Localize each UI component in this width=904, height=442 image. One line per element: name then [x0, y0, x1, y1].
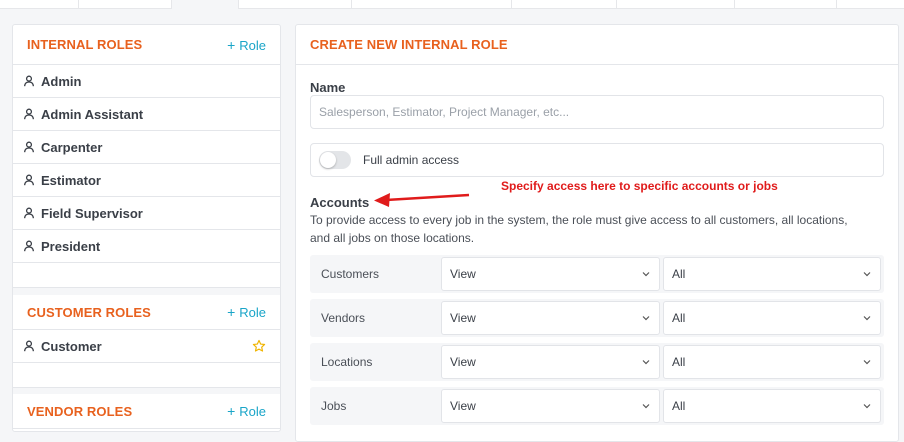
select-value: All [672, 399, 686, 413]
role-label: Estimator [41, 172, 101, 188]
accounts-label: Accounts [310, 195, 370, 210]
add-role-label: Role [239, 305, 266, 320]
person-icon [23, 240, 35, 252]
chevron-down-icon [642, 272, 650, 277]
access-scope-select[interactable]: All [663, 257, 881, 291]
star-icon[interactable] [252, 339, 266, 353]
vendor-roles-title: VENDOR ROLES [27, 403, 133, 419]
select-value: All [672, 267, 686, 281]
person-icon [23, 340, 35, 352]
add-role-label: Role [239, 37, 266, 53]
accounts-description: To provide access to every job in the sy… [310, 213, 848, 245]
role-label: Admin [41, 73, 82, 89]
tab[interactable] [735, 0, 837, 9]
account-name: Customers [321, 267, 380, 281]
add-vendor-role-button[interactable]: + Role [227, 403, 266, 419]
create-role-title: CREATE NEW INTERNAL ROLE [310, 37, 508, 52]
tab-active[interactable] [172, 0, 239, 9]
customer-roles-list: Customer [13, 330, 280, 363]
chevron-down-icon [642, 404, 650, 409]
access-scope-select[interactable]: All [663, 345, 881, 379]
chevron-down-icon [642, 360, 650, 365]
role-item[interactable]: President [13, 230, 280, 263]
chevron-down-icon [863, 404, 871, 409]
create-role-panel: CREATE NEW INTERNAL ROLE Name Full admin… [295, 24, 899, 442]
tab[interactable] [79, 0, 172, 9]
select-value: View [450, 399, 476, 413]
account-access-row: Jobs View All [310, 387, 884, 425]
tab[interactable] [0, 0, 79, 9]
internal-roles-title: INTERNAL ROLES [27, 37, 143, 52]
select-value: All [672, 311, 686, 325]
internal-roles-header: INTERNAL ROLES + Role [13, 25, 280, 65]
arrow-left-icon [374, 193, 470, 207]
role-item[interactable]: Estimator [13, 164, 280, 197]
role-item[interactable]: Customer [13, 330, 280, 363]
tab[interactable] [352, 0, 512, 9]
role-label: Customer [41, 338, 102, 354]
role-label: President [41, 238, 101, 254]
role-item[interactable]: Admin [13, 65, 280, 98]
add-customer-role-button[interactable]: + Role [227, 304, 266, 320]
roles-panel: INTERNAL ROLES + Role Admin Admin Assistan… [12, 24, 281, 432]
internal-roles-list: Admin Admin Assistant Carpenter Estimator Fi… [13, 65, 280, 263]
chevron-down-icon [642, 316, 650, 321]
spacer [13, 363, 280, 388]
vendor-roles-header: VENDOR ROLES + Role [13, 394, 280, 429]
role-label: Field Supervisor [41, 205, 143, 221]
role-item[interactable]: Admin Assistant [13, 98, 280, 131]
person-icon [23, 108, 35, 120]
account-name: Jobs [321, 399, 347, 413]
plus-icon: + [227, 36, 236, 53]
person-icon [23, 207, 35, 219]
account-access-row: Vendors View All [310, 299, 884, 337]
role-item[interactable]: Field Supervisor [13, 197, 280, 230]
full-admin-toggle[interactable] [319, 151, 351, 169]
account-access-row: Customers View All [310, 255, 884, 293]
top-tab-strip [0, 0, 904, 9]
role-item[interactable]: Carpenter [13, 131, 280, 164]
tab[interactable] [617, 0, 735, 9]
access-level-select[interactable]: View [441, 301, 660, 335]
full-admin-label: Full admin access [363, 153, 460, 167]
account-access-row: Locations View All [310, 343, 884, 381]
add-internal-role-button[interactable]: + Role [227, 37, 266, 53]
tab[interactable] [512, 0, 617, 9]
select-value: View [450, 267, 476, 281]
access-scope-select[interactable]: All [663, 301, 881, 335]
customer-roles-header: CUSTOMER ROLES + Role [13, 295, 280, 330]
access-scope-select[interactable]: All [663, 389, 881, 423]
account-name: Vendors [321, 311, 366, 325]
access-level-select[interactable]: View [441, 257, 660, 291]
person-icon [23, 174, 35, 186]
access-level-select[interactable]: View [441, 389, 660, 423]
chevron-down-icon [863, 360, 871, 365]
chevron-down-icon [863, 272, 871, 277]
name-label: Name [310, 80, 346, 95]
role-label: Admin Assistant [41, 106, 144, 122]
person-icon [23, 141, 35, 153]
role-label: Carpenter [41, 139, 103, 155]
create-role-header: CREATE NEW INTERNAL ROLE [296, 25, 898, 65]
toggle-knob [320, 152, 336, 168]
role-item[interactable]: Vendor [13, 429, 280, 431]
plus-icon: + [227, 304, 236, 320]
select-value: View [450, 355, 476, 369]
annotation-text: Specify access here to specific accounts… [501, 179, 778, 193]
access-level-select[interactable]: View [441, 345, 660, 379]
spacer [13, 288, 280, 295]
person-icon [23, 75, 35, 87]
vendor-roles-list: Vendor [13, 429, 280, 431]
tab[interactable] [239, 0, 352, 9]
spacer [13, 263, 280, 288]
customer-roles-title: CUSTOMER ROLES [27, 304, 151, 320]
full-admin-access-row: Full admin access [310, 143, 884, 177]
chevron-down-icon [863, 316, 871, 321]
select-value: All [672, 355, 686, 369]
account-name: Locations [321, 355, 373, 369]
role-name-input[interactable] [310, 95, 884, 129]
plus-icon: + [227, 403, 236, 419]
select-value: View [450, 311, 476, 325]
add-role-label: Role [239, 404, 266, 419]
